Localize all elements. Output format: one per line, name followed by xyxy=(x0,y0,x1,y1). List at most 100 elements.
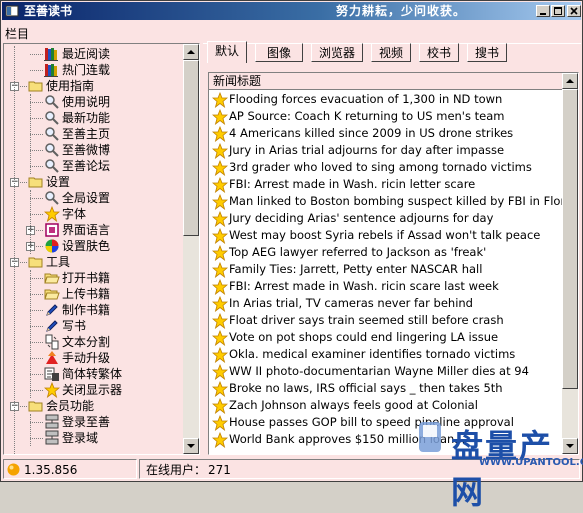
tree-connector-line xyxy=(30,278,43,279)
open-folder-icon xyxy=(44,270,60,286)
news-item[interactable]: Man linked to Boston bombing suspect kil… xyxy=(209,193,578,211)
star-icon xyxy=(211,227,229,245)
convert-icon xyxy=(44,366,60,382)
news-column-header[interactable]: 新闻标题 xyxy=(209,73,562,90)
tree-spine-line xyxy=(30,94,31,174)
news-item[interactable]: 3rd grader who loved to sing among torna… xyxy=(209,159,562,177)
tree-connector-line xyxy=(30,54,43,55)
star-icon xyxy=(211,176,229,194)
tree-connector-line xyxy=(30,326,43,327)
color-wheel-icon xyxy=(44,238,60,254)
star-icon xyxy=(211,244,229,262)
news-scroll-thumb[interactable] xyxy=(562,89,578,389)
tree-connector-line xyxy=(30,438,43,439)
pencil-icon xyxy=(44,302,60,318)
sidebar-label: 栏目 xyxy=(5,27,30,41)
upgrade-icon xyxy=(44,350,60,366)
star-icon xyxy=(211,91,229,109)
news-title: FBI: Arrest made in Wash. ricin letter s… xyxy=(229,177,476,191)
tree-connector-line xyxy=(30,166,43,167)
news-title: Okla. medical examiner identifies tornad… xyxy=(229,347,516,361)
news-item[interactable]: Flooding forces evacuation of 1,300 in N… xyxy=(209,91,562,109)
star-icon xyxy=(211,346,229,364)
tree-spine-line xyxy=(14,46,15,454)
star-icon xyxy=(211,329,229,347)
news-title: 3rd grader who loved to sing among torna… xyxy=(229,160,532,174)
tree-spine-line xyxy=(30,414,31,446)
tree-connector-line xyxy=(30,198,43,199)
scroll-thumb[interactable] xyxy=(183,60,199,236)
close-button[interactable] xyxy=(567,5,581,17)
tab-5[interactable]: 搜书 xyxy=(467,43,507,62)
title-bar[interactable]: 至善读书 努力耕耘，少问收获。 xyxy=(2,2,581,20)
news-item[interactable]: Zach Johnson always feels good at Coloni… xyxy=(209,397,562,415)
news-item[interactable]: Jury deciding Arias' sentence adjourns f… xyxy=(209,210,562,228)
minimize-button[interactable] xyxy=(536,5,550,17)
tree-item-label: 上传书籍 xyxy=(62,287,111,301)
news-item[interactable]: Broke no laws, IRS official says _ then … xyxy=(209,380,562,398)
news-item[interactable]: In Arias trial, TV cameras never far beh… xyxy=(209,295,562,313)
news-item[interactable]: Float driver says train seemed still bef… xyxy=(209,312,562,330)
tree-item-label: 登录至善 xyxy=(62,415,111,429)
star-icon xyxy=(211,193,229,211)
magnifier-icon xyxy=(44,190,60,206)
app-title: 至善读书 xyxy=(24,4,73,18)
maximize-button[interactable] xyxy=(551,5,565,17)
frame-icon xyxy=(44,222,60,238)
tree-item-label: 设置 xyxy=(46,175,71,189)
scroll-down-button[interactable] xyxy=(183,438,199,454)
news-scrollbar[interactable] xyxy=(562,73,578,454)
magnifier-icon xyxy=(44,142,60,158)
tree-item-label: 字体 xyxy=(62,207,87,221)
scroll-up-button[interactable] xyxy=(183,44,199,60)
network-icon xyxy=(44,430,60,446)
news-item[interactable]: Top AEG lawyer referred to Jackson as 'f… xyxy=(209,244,562,262)
tree-connector-line xyxy=(30,310,43,311)
star-icon xyxy=(211,125,229,143)
tree-item-label: 最新功能 xyxy=(62,111,111,125)
news-title: Jury in Arias trial adjourns for day aft… xyxy=(229,143,505,157)
news-item[interactable]: 4 Americans killed since 2009 in US dron… xyxy=(209,125,562,143)
tree-connector-line xyxy=(30,134,43,135)
news-item[interactable]: Jury in Arias trial adjourns for day aft… xyxy=(209,142,562,160)
tree-connector-line xyxy=(30,102,43,103)
news-title: WW II photo-documentarian Wayne Miller d… xyxy=(229,364,529,378)
star-icon xyxy=(43,205,61,223)
tree-item-label: 工具 xyxy=(46,255,71,269)
news-item[interactable]: FBI: Arrest made in Wash. ricin scare la… xyxy=(209,278,562,296)
book-stack-icon xyxy=(44,46,60,62)
arrow-up-icon xyxy=(187,50,195,54)
tree-spine-line xyxy=(30,270,31,398)
tree-connector-line xyxy=(30,214,43,215)
magnifier-icon xyxy=(44,126,60,142)
tab-2[interactable]: 浏览器 xyxy=(311,43,363,62)
arrow-up-icon xyxy=(566,79,574,83)
star-icon xyxy=(211,108,229,126)
sidebar-tree[interactable]: 最近阅读 热门连载 − 使用指南 使用说明 最新功能 至善主页 至善微博 至善论坛 − 设置 全局设置… xyxy=(4,44,182,454)
news-title: In Arias trial, TV cameras never far beh… xyxy=(229,296,473,310)
folder-icon xyxy=(28,174,44,190)
news-item[interactable]: Vote on pot shops could end lingering LA… xyxy=(209,329,562,347)
sidebar-scrollbar[interactable] xyxy=(183,44,199,454)
news-item[interactable]: Okla. medical examiner identifies tornad… xyxy=(209,346,562,364)
tab-0[interactable]: 默认 xyxy=(207,41,247,63)
news-item[interactable]: FBI: Arrest made in Wash. ricin letter s… xyxy=(209,176,562,194)
news-item[interactable]: Family Ties: Jarrett, Petty enter NASCAR… xyxy=(209,261,562,279)
star-icon xyxy=(211,363,229,381)
tab-4[interactable]: 校书 xyxy=(419,43,459,62)
book-app-icon xyxy=(5,5,19,17)
news-title: Vote on pot shops could end lingering LA… xyxy=(229,330,499,344)
tab-3[interactable]: 视频 xyxy=(371,43,411,62)
tab-1[interactable]: 图像 xyxy=(255,43,303,62)
news-list[interactable]: 新闻标题 Flooding forces evacuation of 1,300… xyxy=(208,72,579,455)
news-item[interactable]: WW II photo-documentarian Wayne Miller d… xyxy=(209,363,562,381)
star-icon xyxy=(211,261,229,279)
news-item[interactable]: West may boost Syria rebels if Assad won… xyxy=(209,227,562,245)
tree-item-label: 至善微博 xyxy=(62,143,111,157)
news-title: Float driver says train seemed still bef… xyxy=(229,313,504,327)
arrow-down-icon xyxy=(187,444,195,448)
news-scroll-up-button[interactable] xyxy=(562,73,578,89)
tree-item-label: 最近阅读 xyxy=(62,47,111,61)
tree-connector-line xyxy=(30,390,43,391)
news-item[interactable]: AP Source: Coach K returning to US men's… xyxy=(209,108,562,126)
